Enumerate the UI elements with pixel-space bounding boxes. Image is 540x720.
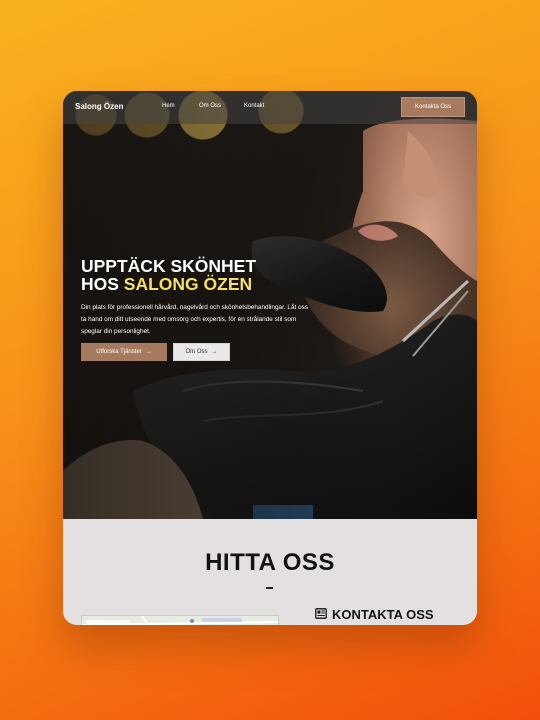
about-us-label: Om Oss (185, 349, 208, 355)
nav-link-om-oss[interactable]: Om Oss (199, 103, 221, 109)
map-roads-graphic (82, 616, 278, 625)
nav-link-kontakt[interactable]: Kontakt (244, 103, 264, 109)
map-embed[interactable] (81, 615, 279, 625)
explore-services-label: Utforska Tjänster (96, 349, 142, 355)
brand-logo[interactable]: Salong Özen (75, 102, 123, 111)
hero-title-prefix: HOS (81, 274, 124, 294)
hero-section: Salong Özen Hem Om Oss Kontakt Kontakta … (63, 91, 477, 519)
navbar: Salong Özen Hem Om Oss Kontakt Kontakta … (63, 91, 477, 124)
hero-title: UPPTÄCK SKÖNHET HOS SALONG ÖZEN (81, 257, 256, 293)
contact-card-icon (315, 607, 327, 622)
contact-heading: KONTAKTA OSS (315, 607, 434, 622)
about-us-button[interactable]: Om Oss → (173, 343, 230, 361)
browser-frame: Salong Özen Hem Om Oss Kontakt Kontakta … (63, 91, 477, 625)
contact-us-button[interactable]: Kontakta Oss (401, 97, 465, 117)
hero-title-highlight: SALONG ÖZEN (123, 274, 253, 294)
hero-description: Din plats för professionell hårvård, nag… (81, 304, 309, 335)
arrow-right-icon: → (211, 349, 218, 355)
contact-heading-text: KONTAKTA OSS (332, 607, 434, 622)
nav-link-hem[interactable]: Hem (162, 103, 175, 109)
find-us-section: HITTA OSS KONTAKTA OSS (63, 519, 477, 625)
hero-title-line2: HOS SALONG ÖZEN (81, 275, 256, 293)
explore-services-button[interactable]: Utforska Tjänster → (81, 343, 167, 361)
arrow-right-icon: → (145, 349, 152, 355)
hero-title-line1: UPPTÄCK SKÖNHET (81, 256, 257, 276)
find-us-title: HITTA OSS (205, 549, 335, 576)
title-divider (266, 587, 273, 589)
